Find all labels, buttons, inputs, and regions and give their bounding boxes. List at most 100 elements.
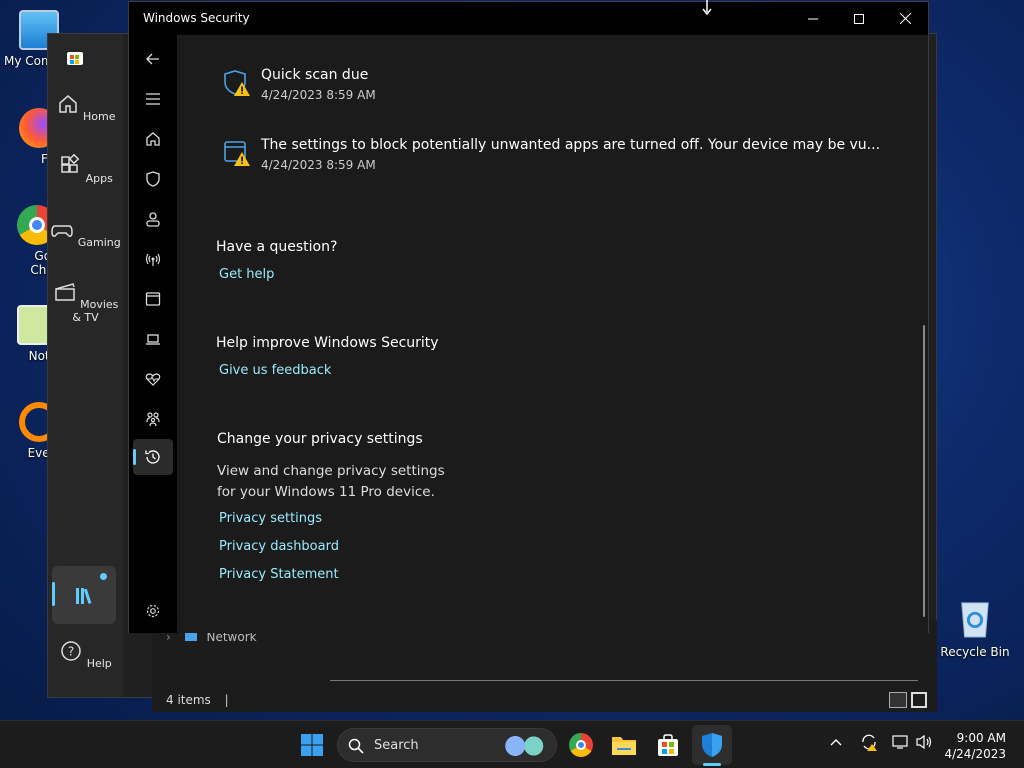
notification-title: Quick scan due [261,67,369,83]
library-icon [76,588,92,604]
status-divider: | [224,693,229,707]
nav-device-performance[interactable] [141,367,165,391]
title-bar[interactable]: Windows Security [129,2,928,35]
network-status-button[interactable] [892,734,910,754]
store-nav-rail: Home Apps Gaming Movies & TV ? Help [48,34,123,697]
maximize-icon [854,13,864,24]
store-rail-library[interactable] [52,566,116,624]
nav-protection-history[interactable] [133,439,173,475]
back-button[interactable] [141,47,165,71]
store-rail-label: Gaming [77,236,121,249]
store-rail-movies[interactable]: Movies & TV [48,280,123,324]
window-title: Windows Security [143,11,250,25]
app-window-icon [145,292,161,306]
windows-logo-icon [301,734,323,756]
chrome-icon [569,733,593,757]
nav-account-protection[interactable] [141,207,165,231]
resize-cursor-icon [702,0,712,16]
view-toggle [889,692,929,708]
horizontal-scrollbar[interactable] [330,680,918,681]
taskbar-chrome[interactable] [565,729,597,761]
status-item-count: 4 items | [166,693,229,707]
vertical-scrollbar[interactable] [923,325,925,617]
close-button[interactable] [882,2,928,35]
taskbar: Search 9:00 AM 4/24/2023 [0,720,1024,768]
store-rail-apps[interactable]: Apps [48,153,123,185]
nav-virus-protection[interactable] [141,167,165,191]
get-help-link[interactable]: Get help [219,267,274,282]
svg-text:?: ? [68,645,74,659]
help-icon: ? [61,641,81,661]
clapperboard-icon [54,283,75,301]
protection-history-page: Quick scan due 4/24/2023 8:59 AM The set… [177,35,928,633]
nav-family-options[interactable] [141,407,165,431]
desktop-icon-label: Recycle Bin [940,645,1010,659]
menu-button[interactable] [141,87,165,111]
shield-icon [702,733,722,757]
person-icon [146,212,160,227]
sync-status-button[interactable] [860,733,878,755]
nav-home[interactable] [141,127,165,151]
taskbar-store[interactable] [652,729,684,761]
store-rail-label: Apps [85,172,113,185]
privacy-description-line: for your Windows 11 Pro device. [217,484,435,500]
taskbar-windows-security[interactable] [696,729,728,761]
nav-firewall[interactable] [141,247,165,271]
details-view-icon[interactable] [889,692,907,708]
nav-app-browser-control[interactable] [141,287,165,311]
selection-indicator [52,582,55,606]
nav-settings[interactable] [141,599,165,623]
gamepad-icon [51,225,74,237]
apps-icon [61,153,80,173]
volume-button[interactable] [916,734,934,754]
wireless-icon [145,253,161,266]
app-window-warning-icon [224,141,250,166]
taskbar-file-explorer[interactable] [608,729,640,761]
store-rail-label: Help [86,657,112,670]
minimize-button[interactable] [790,2,836,35]
privacy-statement-link[interactable]: Privacy Statement [219,567,339,582]
start-button[interactable] [296,729,328,761]
clock[interactable]: 9:00 AM 4/24/2023 [944,730,1006,762]
question-heading: Have a question? [216,239,338,255]
shield-icon [146,171,160,187]
tiles-view-icon[interactable] [911,692,927,708]
clock-date: 4/24/2023 [944,747,1006,761]
maximize-button[interactable] [836,2,882,35]
home-icon [58,95,77,113]
heart-pulse-icon [145,373,161,386]
update-badge [100,573,107,580]
search-icon [348,738,364,754]
history-icon [145,450,160,464]
notification-title: The settings to block potentially unwant… [261,137,881,153]
shield-warning-icon [224,70,250,96]
status-text: 4 items [166,693,211,707]
privacy-dashboard-link[interactable]: Privacy dashboard [219,539,339,554]
folder-icon [612,737,636,755]
home-icon [146,132,160,146]
store-rail-help[interactable]: ? Help [48,639,123,670]
privacy-heading: Change your privacy settings [217,431,423,447]
desktop-icon-recycle-bin[interactable]: Recycle Bin [940,597,1010,659]
clock-time: 9:00 AM [956,731,1006,745]
privacy-description-line: View and change privacy settings [217,463,445,479]
gear-icon [146,604,160,618]
taskbar-search-box[interactable]: Search [337,728,557,762]
minimize-icon [808,18,818,19]
show-hidden-icons-button[interactable] [830,735,842,750]
active-app-indicator [703,763,721,766]
store-rail-gaming[interactable]: Gaming [48,218,123,249]
arrow-left-icon [146,53,159,65]
chevron-up-icon [830,739,842,746]
nav-device-security[interactable] [141,327,165,351]
privacy-description: View and change privacy settings for you… [217,461,517,503]
notification-time: 4/24/2023 8:59 AM [261,158,376,172]
sync-warning-icon [862,734,877,751]
privacy-settings-link[interactable]: Privacy settings [219,511,322,526]
security-nav-rail [129,35,177,633]
store-rail-home[interactable]: Home [48,92,123,123]
store-logo-icon [67,52,83,65]
improve-heading: Help improve Windows Security [216,335,439,351]
feedback-link[interactable]: Give us feedback [219,363,331,378]
notification-time: 4/24/2023 8:59 AM [261,88,376,102]
